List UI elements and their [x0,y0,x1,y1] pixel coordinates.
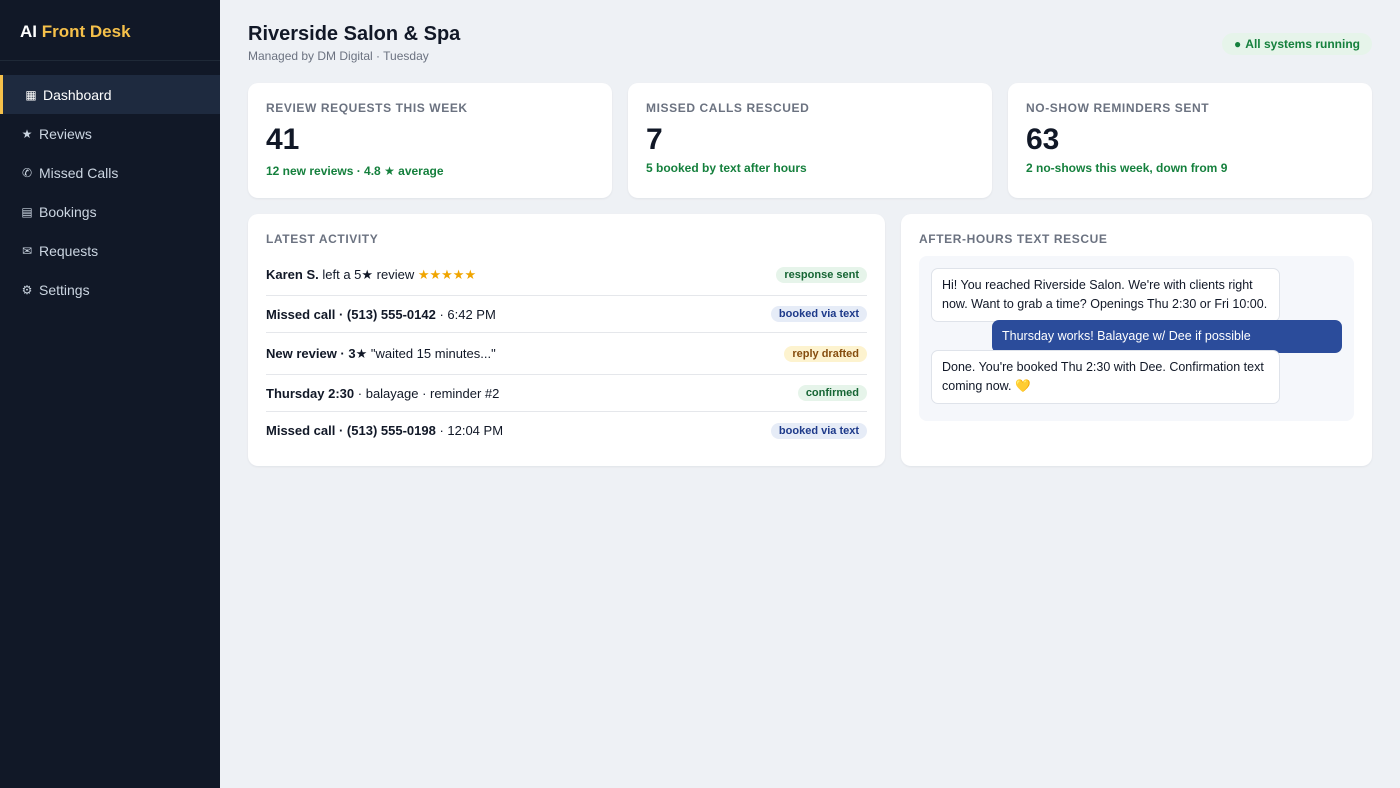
star-icon: ★ [21,126,33,141]
sidebar-item-label: Missed Calls [39,164,119,181]
page-title: Riverside Salon & Spa [248,23,461,45]
activity-row[interactable]: Karen S. left a 5★ review ★★★★★ response… [266,254,867,296]
activity-text: Missed call · (513) 555-0198 · 12:04 PM [266,423,503,438]
sidebar-item-label: Reviews [39,125,92,142]
stat-value: 7 [646,123,663,156]
sidebar-item-dashboard[interactable]: ▦ Dashboard [0,75,220,114]
stat-note: 12 new reviews · 4.8 ★ average [266,164,444,178]
sidebar-item-requests[interactable]: ✉ Requests [0,231,220,270]
stat-value: 63 [1026,123,1060,156]
activity-row[interactable]: New review · 3★ "waited 15 minutes..." r… [266,333,867,375]
chat-message-incoming: Done. You're booked Thu 2:30 with Dee. C… [931,350,1280,404]
stat-card-missed-calls: MISSED CALLS RESCUED 7 5 booked by text … [628,83,992,198]
gear-icon: ⚙ [21,282,33,297]
activity-bold: Karen S. [266,266,319,282]
status-badge: response sent [776,266,867,283]
latest-activity-card: LATEST ACTIVITY Karen S. left a 5★ revie… [248,214,885,466]
activity-bold: Thursday 2:30 [266,385,355,401]
status-badge: reply drafted [784,345,867,362]
brand-accent: Front Desk [41,22,131,41]
stat-card-review-requests: REVIEW REQUESTS THIS WEEK 41 12 new revi… [248,83,612,198]
activity-text: Missed call · (513) 555-0142 · 6:42 PM [266,307,496,322]
page-subtitle: Managed by DM Digital · Tuesday [248,49,429,63]
activity-bold: New review · 3★ [266,345,368,361]
sidebar-item-label: Bookings [39,203,97,220]
activity-bold: Missed call · (513) 555-0198 [266,423,436,438]
sidebar-nav: ▦ Dashboard ★ Reviews ✆ Missed Calls ▤ B… [0,75,220,309]
star-rating-icon: ★★★★★ [417,266,477,282]
stat-value: 41 [266,123,300,156]
activity-row[interactable]: Missed call · (513) 555-0198 · 12:04 PM … [266,412,867,449]
activity-text: Thursday 2:30 · balayage · reminder #2 [266,386,499,401]
dashboard-icon: ▦ [25,87,37,102]
stat-note: 2 no-shows this week, down from 9 [1026,161,1228,175]
stat-note: 5 booked by text after hours [646,161,807,175]
activity-row[interactable]: Missed call · (513) 555-0142 · 6:42 PM b… [266,296,867,333]
chat-thread: Hi! You reached Riverside Salon. We're w… [919,256,1354,421]
stat-card-no-show-reminders: NO-SHOW REMINDERS SENT 63 2 no-shows thi… [1008,83,1372,198]
activity-text: Karen S. left a 5★ review ★★★★★ [266,267,476,283]
sidebar-item-missed-calls[interactable]: ✆ Missed Calls [0,153,220,192]
chat-message-outgoing: Thursday works! Balayage w/ Dee if possi… [992,320,1342,353]
activity-bold: Missed call · (513) 555-0142 [266,306,436,322]
section-title: AFTER-HOURS TEXT RESCUE [919,232,1108,246]
chat-message-incoming: Hi! You reached Riverside Salon. We're w… [931,268,1280,322]
activity-detail: left a 5★ review [318,266,418,282]
main-content: Riverside Salon & Spa Managed by DM Digi… [220,0,1400,788]
section-title: LATEST ACTIVITY [266,232,379,246]
sidebar-item-label: Settings [39,281,90,298]
activity-detail: · 12:04 PM [435,423,504,438]
activity-detail: · 6:42 PM [435,306,496,322]
mail-icon: ✉ [21,243,33,258]
activity-row[interactable]: Thursday 2:30 · balayage · reminder #2 c… [266,375,867,412]
status-badge: booked via text [770,306,867,322]
activity-text: New review · 3★ "waited 15 minutes..." [266,346,496,362]
activity-detail: · balayage · reminder #2 [354,385,500,401]
sidebar-item-reviews[interactable]: ★ Reviews [0,114,220,153]
stat-label: MISSED CALLS RESCUED [646,101,810,115]
status-badge: confirmed [797,385,867,401]
status-badge: ● All systems running [1222,33,1372,55]
phone-icon: ✆ [21,165,33,180]
sidebar-item-settings[interactable]: ⚙ Settings [0,270,220,309]
sidebar-item-label: Dashboard [43,86,112,103]
stat-label: REVIEW REQUESTS THIS WEEK [266,101,468,115]
status-text: All systems running [1245,37,1360,51]
brand-prefix: AI [20,22,37,41]
sidebar-item-label: Requests [39,242,99,259]
activity-list: Karen S. left a 5★ review ★★★★★ response… [266,254,867,449]
brand-logo[interactable]: AI Front Desk [0,0,220,61]
stat-label: NO-SHOW REMINDERS SENT [1026,101,1210,115]
status-dot-icon: ● [1234,37,1242,51]
activity-detail: "waited 15 minutes..." [367,345,496,361]
sidebar: AI Front Desk ▦ Dashboard ★ Reviews ✆ Mi… [0,0,220,788]
text-rescue-card: AFTER-HOURS TEXT RESCUE Hi! You reached … [901,214,1372,466]
calendar-icon: ▤ [21,204,33,219]
status-badge: booked via text [770,422,867,439]
sidebar-item-bookings[interactable]: ▤ Bookings [0,192,220,231]
